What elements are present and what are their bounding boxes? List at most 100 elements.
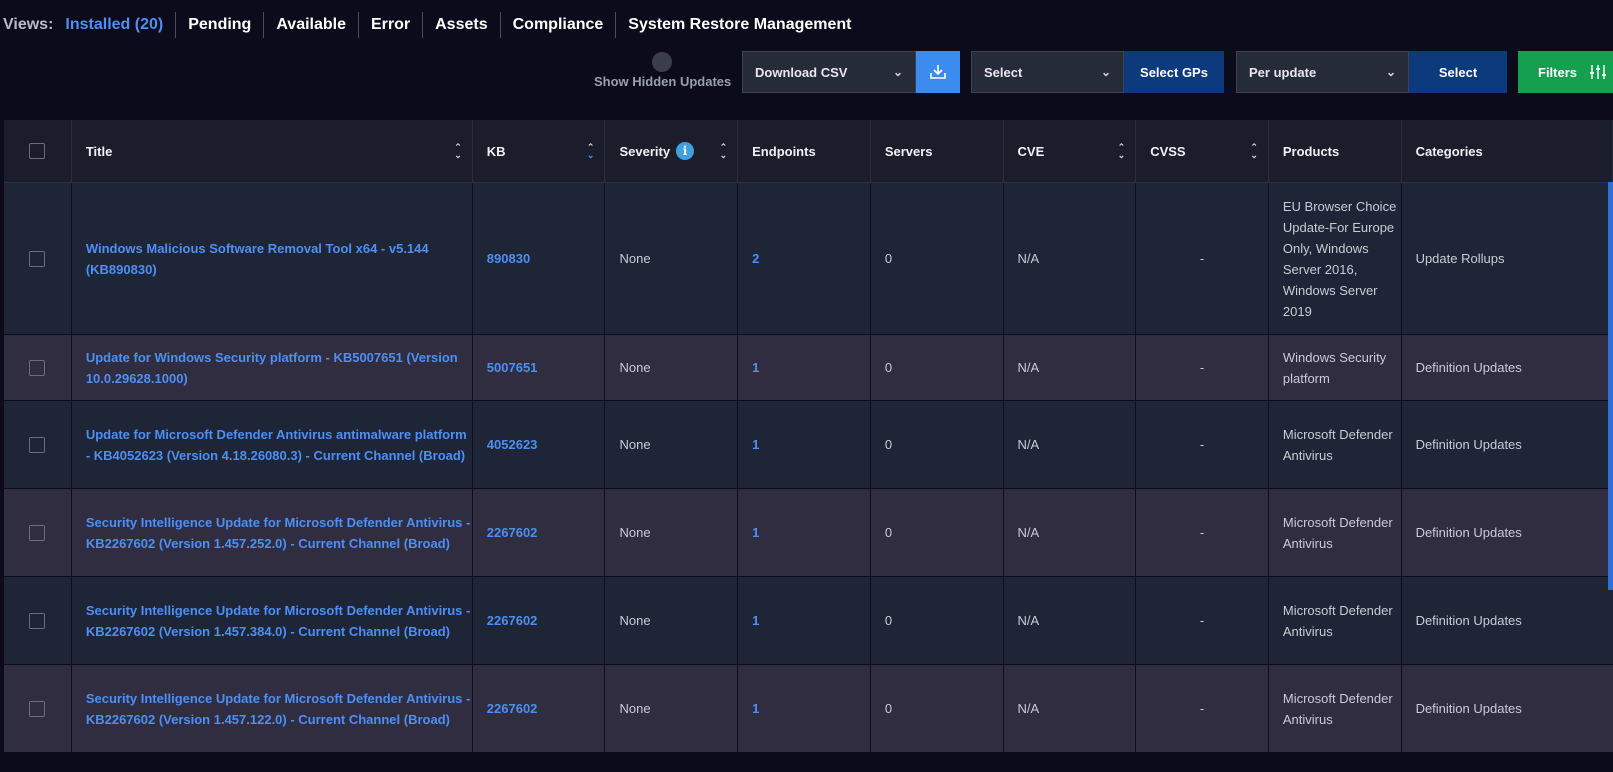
tab-assets[interactable]: Assets — [422, 12, 499, 38]
column-header-cve[interactable]: CVE ⌃ ⌄ — [1004, 120, 1137, 182]
kb-link[interactable]: 2267602 — [487, 698, 538, 719]
row-checkbox[interactable] — [29, 250, 46, 267]
endpoints-cell: 1 — [738, 335, 871, 400]
sort-icon[interactable]: ⌃ ⌄ — [1250, 143, 1258, 160]
kb-link[interactable]: 2267602 — [487, 522, 538, 543]
column-header-endpoints: Endpoints — [738, 120, 871, 182]
table-row: Update for Microsoft Defender Antivirus … — [4, 401, 1613, 489]
cvss-cell: - — [1136, 401, 1269, 488]
tab-compliance[interactable]: Compliance — [499, 12, 616, 38]
categories-value: Definition Updates — [1415, 613, 1522, 628]
endpoints-link[interactable]: 1 — [752, 698, 759, 719]
group-select[interactable]: Select ⌄ — [971, 51, 1124, 93]
endpoints-link[interactable]: 1 — [752, 522, 759, 543]
title-cell: Windows Malicious Software Removal Tool … — [72, 183, 473, 334]
products-cell: Microsoft Defender Antivirus — [1269, 577, 1402, 664]
categories-cell: Update Rollups — [1402, 183, 1613, 334]
cve-value: N/A — [1017, 437, 1040, 452]
products-cell: Microsoft Defender Antivirus — [1269, 665, 1402, 752]
endpoints-link[interactable]: 2 — [752, 248, 759, 269]
cve-cell: N/A — [1004, 401, 1137, 488]
sort-icon[interactable]: ⌃ ⌄ — [454, 143, 462, 160]
servers-cell: 0 — [871, 489, 1004, 576]
vertical-scrollbar[interactable] — [1608, 182, 1613, 590]
kb-cell: 2267602 — [473, 665, 606, 752]
select-gps-button[interactable]: Select GPs — [1124, 51, 1224, 93]
header-kb-label: KB — [486, 143, 506, 159]
title-link[interactable]: Windows Malicious Software Removal Tool … — [86, 238, 472, 280]
download-button[interactable] — [916, 51, 960, 93]
servers-cell: 0 — [871, 401, 1004, 488]
title-link[interactable]: Update for Microsoft Defender Antivirus … — [86, 424, 472, 466]
column-header-categories: Categories — [1402, 120, 1613, 182]
title-link[interactable]: Security Intelligence Update for Microso… — [86, 600, 472, 642]
tab-pending[interactable]: Pending — [175, 12, 263, 38]
servers-cell: 0 — [871, 577, 1004, 664]
kb-cell: 2267602 — [473, 577, 606, 664]
kb-link[interactable]: 890830 — [487, 248, 530, 269]
tab-error[interactable]: Error — [358, 12, 422, 38]
table-row: Security Intelligence Update for Microso… — [4, 489, 1613, 577]
severity-cell: None — [605, 183, 739, 334]
table-row: Windows Malicious Software Removal Tool … — [4, 183, 1613, 335]
sort-descending-icon[interactable]: ⌃ ⌄ — [587, 143, 595, 160]
severity-cell: None — [605, 335, 739, 400]
tab-available[interactable]: Available — [263, 12, 358, 38]
row-checkbox-cell — [4, 183, 72, 334]
row-checkbox[interactable] — [29, 359, 46, 376]
select-all-checkbox[interactable] — [29, 143, 46, 159]
sort-icon[interactable]: ⌃ ⌄ — [1118, 143, 1126, 160]
cvss-value: - — [1199, 701, 1205, 716]
servers-cell: 0 — [871, 183, 1004, 334]
column-header-cvss[interactable]: CVSS ⌃ ⌄ — [1136, 120, 1269, 182]
categories-value: Definition Updates — [1415, 525, 1522, 540]
endpoints-link[interactable]: 1 — [752, 610, 759, 631]
header-severity-label: Severity — [619, 143, 671, 159]
kb-cell: 890830 — [473, 183, 606, 334]
select-button[interactable]: Select — [1409, 51, 1507, 93]
row-checkbox[interactable] — [29, 436, 46, 453]
title-cell: Update for Microsoft Defender Antivirus … — [72, 401, 473, 488]
row-checkbox[interactable] — [29, 524, 46, 541]
row-checkbox-cell — [4, 577, 72, 664]
filters-button[interactable]: Filters — [1518, 51, 1613, 93]
cve-value: N/A — [1017, 613, 1040, 628]
title-link[interactable]: Security Intelligence Update for Microso… — [86, 512, 472, 554]
title-link[interactable]: Security Intelligence Update for Microso… — [86, 688, 472, 730]
chevron-down-icon: ⌄ — [892, 65, 903, 79]
table-header-row: Title ⌃ ⌄ KB ⌃ ⌄ Severity i ⌃ ⌄ Endpoints S… — [4, 120, 1613, 183]
download-format-select[interactable]: Download CSV ⌄ — [742, 51, 916, 93]
column-header-severity[interactable]: Severity i ⌃ ⌄ — [605, 120, 739, 182]
kb-cell: 4052623 — [473, 401, 606, 488]
endpoints-link[interactable]: 1 — [752, 434, 759, 455]
show-hidden-toggle[interactable] — [652, 52, 672, 72]
severity-value: None — [619, 525, 651, 540]
products-value: Windows Security platform — [1282, 349, 1387, 386]
categories-value: Definition Updates — [1415, 360, 1522, 375]
tab-system-restore-management[interactable]: System Restore Management — [615, 12, 863, 38]
servers-cell: 0 — [871, 335, 1004, 400]
table-row: Security Intelligence Update for Microso… — [4, 577, 1613, 665]
title-link[interactable]: Update for Windows Security platform - K… — [86, 347, 472, 389]
sort-icon[interactable]: ⌃ ⌄ — [720, 143, 728, 160]
products-value: Microsoft Defender Antivirus — [1282, 514, 1393, 551]
kb-cell: 5007651 — [473, 335, 606, 400]
kb-link[interactable]: 5007651 — [487, 357, 538, 378]
row-checkbox-cell — [4, 665, 72, 752]
column-header-title[interactable]: Title ⌃ ⌄ — [72, 120, 473, 182]
kb-link[interactable]: 2267602 — [487, 610, 538, 631]
severity-value: None — [619, 613, 651, 628]
header-servers-label: Servers — [884, 143, 933, 159]
tab-installed[interactable]: Installed (20) — [65, 12, 175, 38]
column-header-kb[interactable]: KB ⌃ ⌄ — [473, 120, 606, 182]
per-update-select[interactable]: Per update ⌄ — [1236, 51, 1409, 93]
row-checkbox[interactable] — [29, 612, 46, 629]
endpoints-link[interactable]: 1 — [752, 357, 759, 378]
severity-value: None — [619, 360, 651, 375]
row-checkbox[interactable] — [29, 700, 46, 717]
cve-cell: N/A — [1004, 489, 1137, 576]
info-icon[interactable]: i — [676, 142, 695, 160]
servers-value: 0 — [884, 360, 893, 375]
header-endpoints-label: Endpoints — [752, 143, 816, 159]
kb-link[interactable]: 4052623 — [487, 434, 538, 455]
